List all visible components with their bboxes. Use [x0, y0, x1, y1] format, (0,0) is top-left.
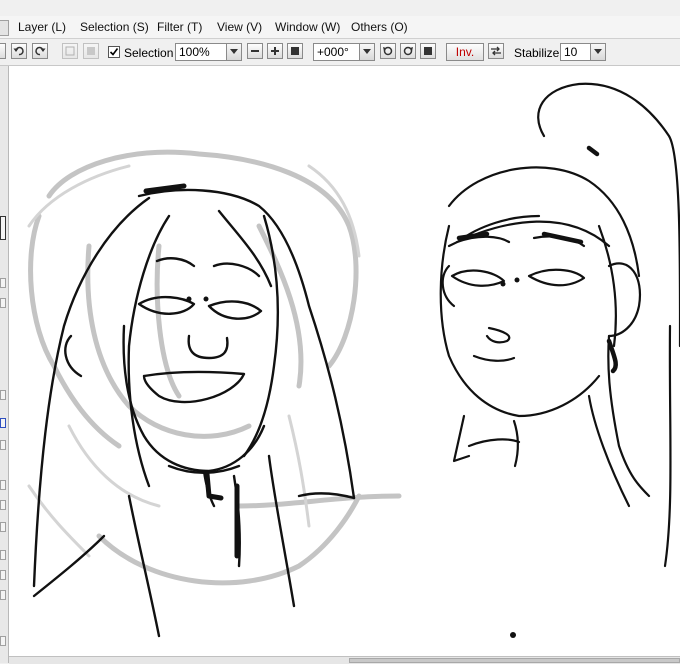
- selection-checkbox[interactable]: [108, 46, 120, 58]
- panel-control[interactable]: [0, 550, 6, 560]
- left-panel-edge: [0, 66, 9, 663]
- clear-button[interactable]: [62, 43, 78, 59]
- stabilizer-select[interactable]: 10: [560, 43, 606, 61]
- flip-button[interactable]: [488, 43, 504, 59]
- menu-selection[interactable]: Selection (S): [80, 20, 149, 34]
- zoom-select[interactable]: 100%: [175, 43, 242, 61]
- rotate-reset-button[interactable]: [420, 43, 436, 59]
- toolbar: Selection 100% +000° Inv. Stabilizer 10: [0, 39, 680, 66]
- invert-button[interactable]: Inv.: [446, 43, 484, 61]
- panel-control[interactable]: [0, 440, 6, 450]
- rotate-right-icon: [403, 46, 413, 56]
- undo-icon: [13, 46, 24, 56]
- stabilizer-value: 10: [564, 45, 578, 59]
- fill-icon: [87, 47, 95, 55]
- panel-control[interactable]: [0, 418, 6, 428]
- zoom-reset-button[interactable]: [287, 43, 303, 59]
- rotate-cw-button[interactable]: [400, 43, 416, 59]
- panel-control[interactable]: [0, 480, 6, 490]
- panel-control[interactable]: [0, 590, 6, 600]
- zoom-dropdown-arrow[interactable]: [226, 44, 241, 60]
- chevron-down-icon: [363, 49, 371, 54]
- invert-label: Inv.: [455, 45, 475, 59]
- undo-button[interactable]: [11, 43, 27, 59]
- rotation-select[interactable]: +000°: [313, 43, 375, 61]
- chevron-down-icon: [594, 49, 602, 54]
- redo-button[interactable]: [32, 43, 48, 59]
- zoom-out-button[interactable]: [247, 43, 263, 59]
- panel-control[interactable]: [0, 500, 6, 510]
- square-icon: [291, 47, 299, 55]
- flip-arrows-icon: [491, 46, 501, 56]
- stabilizer-label: Stabilizer: [514, 46, 564, 60]
- stabilizer-dropdown-arrow[interactable]: [590, 44, 605, 60]
- panel-control[interactable]: [0, 390, 6, 400]
- checkmark-icon: [109, 48, 119, 56]
- panel-control[interactable]: [0, 216, 6, 240]
- clear-icon: [65, 46, 75, 56]
- menu-others[interactable]: Others (O): [351, 20, 408, 34]
- fill-button[interactable]: [83, 43, 99, 59]
- redo-icon: [35, 46, 46, 56]
- menu-view[interactable]: View (V): [217, 20, 262, 34]
- minus-icon: [251, 50, 259, 52]
- menu-window[interactable]: Window (W): [275, 20, 340, 34]
- zoom-in-button[interactable]: [267, 43, 283, 59]
- rotation-dropdown-arrow[interactable]: [359, 44, 374, 60]
- rotate-ccw-button[interactable]: [380, 43, 396, 59]
- sketch-artwork: [27, 82, 680, 638]
- scrollbar-thumb[interactable]: [349, 658, 680, 663]
- menu-filter[interactable]: Filter (T): [157, 20, 202, 34]
- menu-bar-edge-button[interactable]: [0, 20, 9, 36]
- panel-control[interactable]: [0, 636, 6, 646]
- square-icon: [424, 47, 432, 55]
- panel-control[interactable]: [0, 522, 6, 532]
- selection-label: Selection: [124, 46, 174, 60]
- toolbar-edge-button[interactable]: [0, 43, 6, 59]
- rotate-left-icon: [383, 46, 393, 56]
- drawing-canvas[interactable]: [9, 66, 680, 656]
- menu-bar: Layer (L) Selection (S) Filter (T) View …: [0, 16, 680, 39]
- chevron-down-icon: [230, 49, 238, 54]
- panel-control[interactable]: [0, 278, 6, 288]
- menu-layer[interactable]: Layer (L): [18, 20, 66, 34]
- zoom-value: 100%: [179, 45, 210, 59]
- rotation-value: +000°: [317, 45, 349, 59]
- panel-control[interactable]: [0, 298, 6, 308]
- panel-control[interactable]: [0, 570, 6, 580]
- plus-icon: [271, 47, 279, 55]
